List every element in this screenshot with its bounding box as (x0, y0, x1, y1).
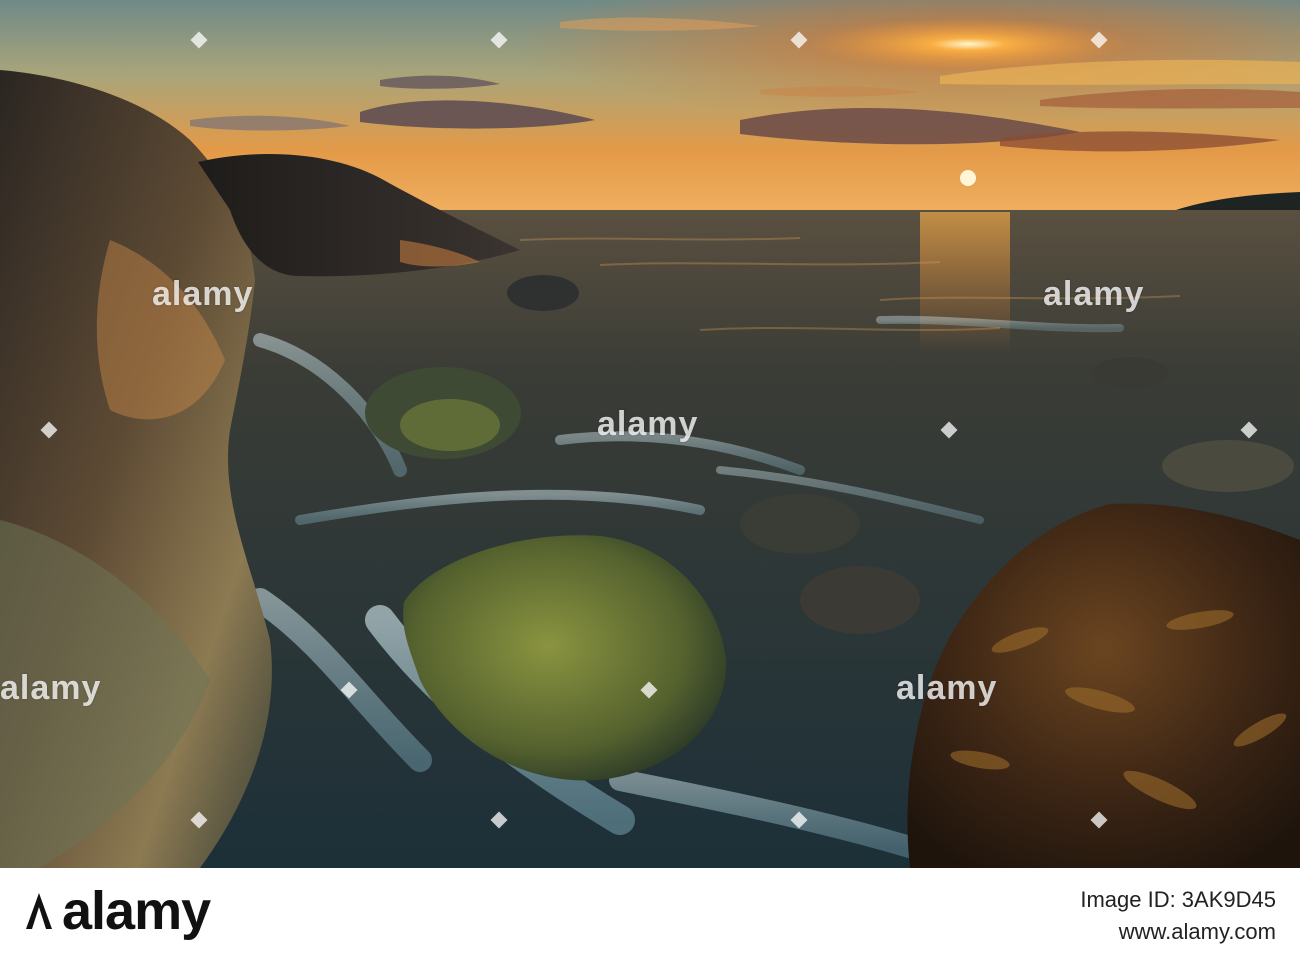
alamy-logo-text: alamy (62, 881, 211, 941)
seascape-photo (0, 0, 1300, 868)
boulder-mid-moss (400, 399, 500, 451)
boulder-center-right (800, 566, 920, 634)
alamy-logo-mark-icon (26, 893, 52, 929)
boulder-far (507, 275, 579, 311)
boulder-center (740, 494, 860, 554)
boulder-right (1162, 440, 1294, 492)
boulder-right-small (1092, 357, 1168, 389)
sun-reflection (920, 212, 1010, 352)
image-id-text: Image ID: 3AK9D45 (1080, 887, 1276, 912)
alamy-logo[interactable]: alamy (22, 880, 211, 942)
sun (960, 170, 976, 186)
site-url-link[interactable]: www.alamy.com (1119, 920, 1276, 944)
footer-bar: alamy Image ID: 3AK9D45 www.alamy.com (0, 868, 1300, 957)
